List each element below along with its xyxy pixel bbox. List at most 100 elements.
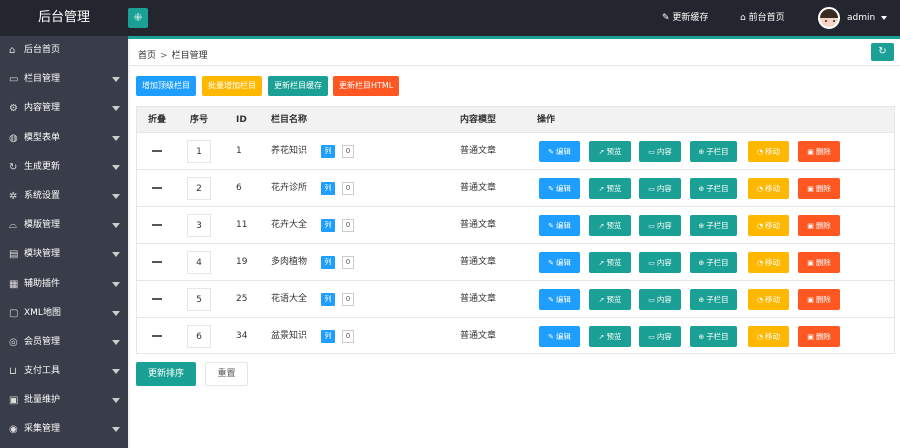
refresh-cache-label: 更新缓存 [672,13,709,23]
edit-button[interactable]: ✎ 编辑 [539,326,580,347]
delete-button[interactable]: ▣ 删除 [798,141,840,162]
brush-icon: ✎ [662,13,673,23]
preview-button-label: 预览 [606,147,622,156]
preview-button[interactable]: ➚ 预览 [589,289,631,310]
sub-column-button-label: 子栏目 [706,258,729,267]
edit-button[interactable]: ✎ 编辑 [539,178,580,199]
move-button-label: 移动 [765,332,781,341]
column-id: 19 [236,257,248,267]
delete-button[interactable]: ▣ 删除 [798,215,840,236]
sidebar-item-0[interactable]: ⌂ 后台首页 [0,36,128,65]
move-button[interactable]: ◔ 移动 [748,215,789,236]
batch-add-column-button[interactable]: 批量增加栏目 [202,76,262,96]
sidebar-item-6[interactable]: ⌓ 模版管理 [0,211,128,240]
edit-button[interactable]: ✎ 编辑 [539,141,580,162]
content-button[interactable]: ▭ 内容 [639,178,681,199]
update-column-html-button[interactable]: 更新栏目HTML [333,76,400,96]
content-button[interactable]: ▭ 内容 [639,289,681,310]
delete-button[interactable]: ▣ 删除 [798,326,840,347]
sidebar-item-13[interactable]: ◉ 采集管理 [0,415,128,444]
content-button[interactable]: ▭ 内容 [639,215,681,236]
sidebar-item-2[interactable]: ⚙ 内容管理 [0,94,128,123]
sidebar-item-5[interactable]: ✲ 系统设置 [0,182,128,211]
delete-button[interactable]: ▣ 删除 [798,178,840,199]
fold-icon[interactable] [152,298,162,300]
sort-input[interactable]: 4 [187,251,211,274]
move-button[interactable]: ◔ 移动 [748,326,789,347]
sub-column-button[interactable]: ⊕ 子栏目 [690,289,737,310]
sidebar-item-12[interactable]: ▣ 批量维护 [0,386,128,415]
sidebar-item-10[interactable]: ◎ 会员管理 [0,328,128,357]
sub-column-button[interactable]: ⊕ 子栏目 [690,252,737,273]
list-badge[interactable]: 列 [321,219,335,232]
sub-column-button[interactable]: ⊕ 子栏目 [690,326,737,347]
fold-icon[interactable] [152,224,162,226]
menu-toggle-button[interactable]: ⁜ [128,8,148,28]
reload-button[interactable]: ↻ [871,43,894,61]
edit-button[interactable]: ✎ 编辑 [539,215,580,236]
breadcrumb-home[interactable]: 首页 [138,51,156,61]
table-row: 1 1 养花知识 列 0 普通文章 ✎ 编辑 ➚ 预览 ▭ 内容 ⊕ 子栏目 ◔ 移动 ▣ 删除 [137,133,894,170]
update-column-cache-button[interactable]: 更新栏目缓存 [268,76,328,96]
avatar[interactable] [818,7,840,29]
preview-button[interactable]: ➚ 预览 [589,252,631,273]
reset-button[interactable]: 重置 [205,362,248,386]
add-top-column-button[interactable]: 增加顶级栏目 [136,76,196,96]
main-content: 首页 > 栏目管理 ↻ 增加顶级栏目 批量增加栏目 更新栏目缓存 更新栏目HTML … [130,39,900,448]
delete-button[interactable]: ▣ 删除 [798,289,840,310]
sort-input[interactable]: 6 [187,325,211,348]
sort-input[interactable]: 1 [187,140,211,163]
move-button[interactable]: ◔ 移动 [748,289,789,310]
preview-button[interactable]: ➚ 预览 [589,141,631,162]
delete-button[interactable]: ▣ 删除 [798,252,840,273]
sort-input[interactable]: 3 [187,214,211,237]
preview-button[interactable]: ➚ 预览 [589,178,631,199]
sidebar-item-1[interactable]: ▭ 栏目管理 [0,65,128,94]
user-menu[interactable]: admin [847,0,888,36]
list-badge[interactable]: 列 [321,293,335,306]
content-button[interactable]: ▭ 内容 [639,141,681,162]
sidebar-item-3[interactable]: ◍ 模型表单 [0,124,128,153]
sidebar-item-8[interactable]: ▦ 辅助插件 [0,270,128,299]
move-icon: ◔ [756,185,764,193]
content-button[interactable]: ▭ 内容 [639,326,681,347]
pencil-icon: ✎ [548,333,554,341]
sub-column-button[interactable]: ⊕ 子栏目 [690,141,737,162]
edit-button-label: 编辑 [555,332,571,341]
sub-column-button-label: 子栏目 [706,295,729,304]
sidebar-item-7[interactable]: ▤ 模块管理 [0,240,128,269]
content-button[interactable]: ▭ 内容 [639,252,681,273]
list-badge[interactable]: 列 [321,145,335,158]
edit-button[interactable]: ✎ 编辑 [539,289,580,310]
move-button[interactable]: ◔ 移动 [748,252,789,273]
sub-column-button[interactable]: ⊕ 子栏目 [690,178,737,199]
list-badge[interactable]: 列 [321,182,335,195]
caret-down-icon [112,252,120,258]
move-button[interactable]: ◔ 移动 [748,141,789,162]
sidebar-item-label: 模块管理 [24,249,61,260]
fold-icon[interactable] [152,261,162,263]
caret-down-icon [112,427,120,433]
list-badge[interactable]: 列 [321,330,335,343]
fold-icon[interactable] [152,150,162,152]
update-sort-button[interactable]: 更新排序 [136,362,196,386]
preview-button[interactable]: ➚ 预览 [589,326,631,347]
front-home-link[interactable]: ⌂ 前台首页 [740,0,785,36]
sidebar-item-4[interactable]: ↻ 生成更新 [0,153,128,182]
sidebar-item-label: 支付工具 [24,366,61,377]
fold-icon[interactable] [152,187,162,189]
article-count: 0 [342,330,354,343]
batch-icon: ▣ [9,395,19,407]
sort-input[interactable]: 5 [187,288,211,311]
sidebar-item-11[interactable]: ⊔ 支付工具 [0,357,128,386]
move-button[interactable]: ◔ 移动 [748,178,789,199]
sidebar-item-9[interactable]: ▢ XML地图 [0,299,128,328]
preview-button[interactable]: ➚ 预览 [589,215,631,236]
fold-icon[interactable] [152,335,162,337]
sub-column-button[interactable]: ⊕ 子栏目 [690,215,737,236]
content-model: 普通文章 [460,146,497,156]
sort-input[interactable]: 2 [187,177,211,200]
edit-button[interactable]: ✎ 编辑 [539,252,580,273]
list-badge[interactable]: 列 [321,256,335,269]
refresh-cache-link[interactable]: ✎ 更新缓存 [662,0,708,36]
